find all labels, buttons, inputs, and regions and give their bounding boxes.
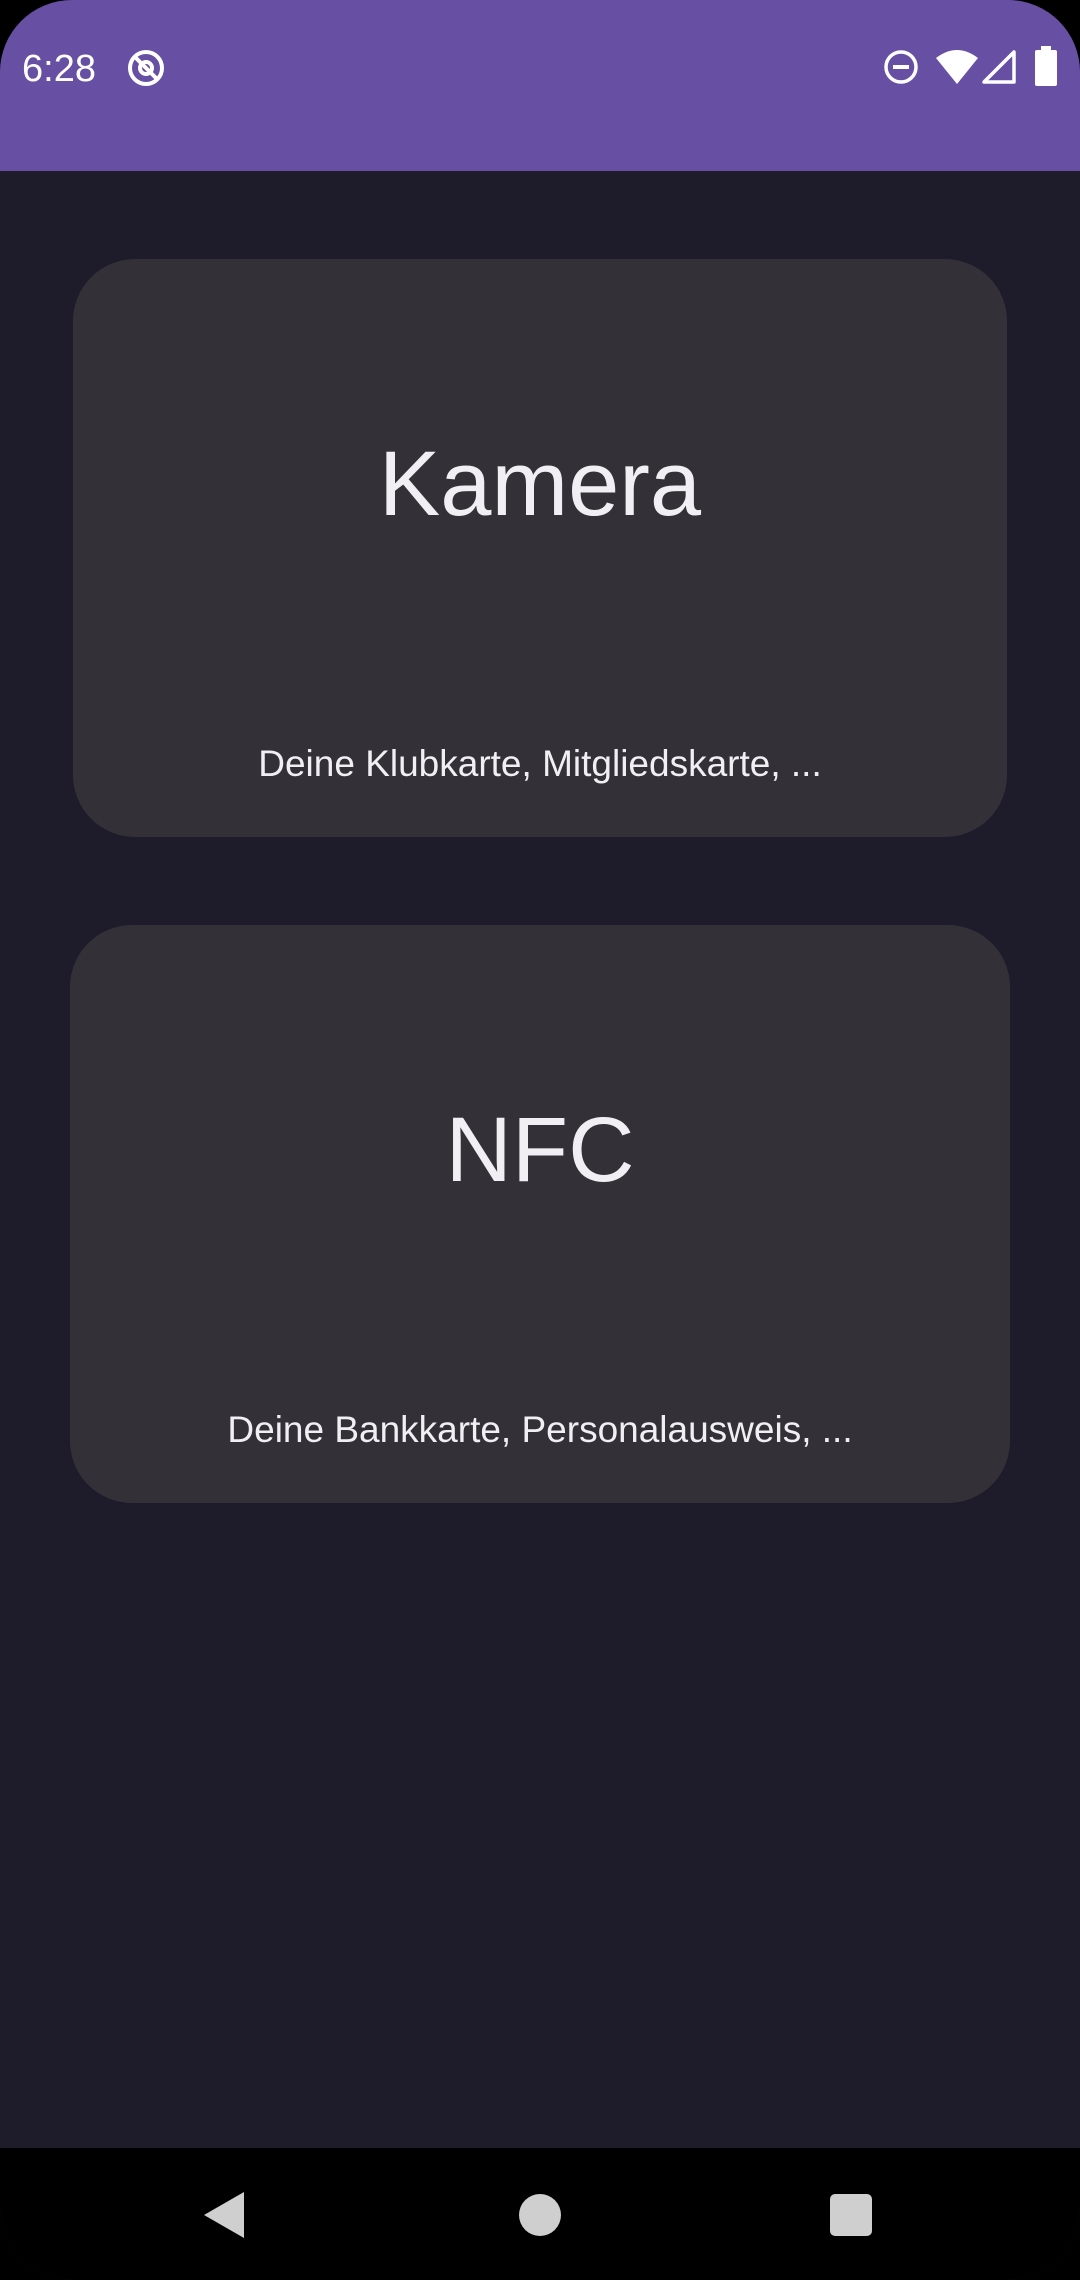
screen: 6:28 Kamera Deine Klubkarte, Mitgliedska… <box>0 0 1080 2280</box>
status-time: 6:28 <box>22 48 96 90</box>
at-sign-icon <box>128 50 164 86</box>
camera-card-subtitle: Deine Klubkarte, Mitgliedskarte, ... <box>258 743 822 784</box>
home-icon[interactable] <box>517 2192 563 2238</box>
camera-card-title: Kamera <box>378 433 702 535</box>
navigation-bar <box>0 2148 1080 2280</box>
nfc-card-title: NFC <box>445 1099 635 1201</box>
back-icon[interactable] <box>200 2190 248 2240</box>
nfc-card-subtitle: Deine Bankkarte, Personalausweis, ... <box>227 1409 853 1450</box>
cellular-signal-icon <box>982 50 1016 84</box>
wifi-icon <box>936 50 978 84</box>
camera-card[interactable]: Kamera Deine Klubkarte, Mitgliedskarte, … <box>73 259 1007 837</box>
status-bar: 6:28 <box>0 0 1080 171</box>
recents-icon[interactable] <box>829 2193 873 2237</box>
battery-icon <box>1035 46 1057 86</box>
main-content: Kamera Deine Klubkarte, Mitgliedskarte, … <box>0 171 1080 2148</box>
nfc-card[interactable]: NFC Deine Bankkarte, Personalausweis, ..… <box>70 925 1010 1503</box>
do-not-disturb-icon <box>884 50 918 84</box>
